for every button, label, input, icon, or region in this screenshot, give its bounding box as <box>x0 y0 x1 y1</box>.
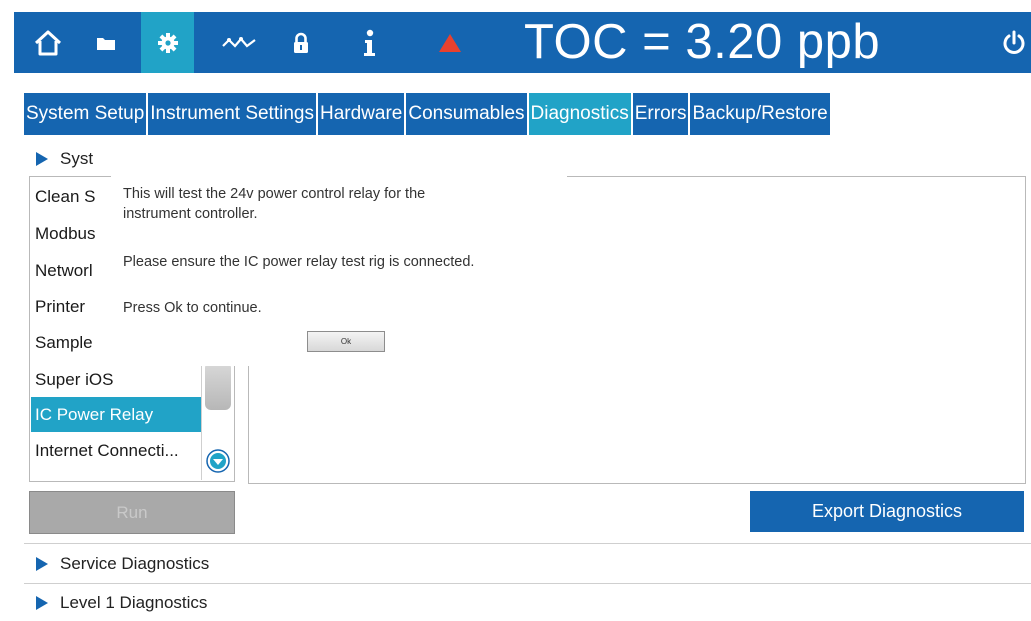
tab-instrument-settings[interactable]: Instrument Settings <box>148 93 316 135</box>
section-label: Syst <box>60 149 94 168</box>
tab-errors[interactable]: Errors <box>632 93 689 135</box>
section-label: Level 1 Diagnostics <box>60 593 208 612</box>
power-button[interactable] <box>996 12 1031 73</box>
ok-button[interactable]: Ok <box>307 331 385 352</box>
export-diagnostics-button[interactable]: Export Diagnostics <box>750 491 1024 532</box>
section-system-diagnostics[interactable]: Syst <box>24 141 93 177</box>
chevron-down-icon <box>206 449 230 473</box>
trend-icon <box>222 36 256 48</box>
tab-backup-restore[interactable]: Backup/Restore <box>690 93 830 135</box>
section-label: Service Diagnostics <box>60 554 210 573</box>
relay-test-dialog: This will test the 24v power control rel… <box>111 172 567 366</box>
info-icon <box>364 29 375 56</box>
divider <box>24 543 1031 544</box>
expand-arrow-icon <box>36 596 48 610</box>
tab-system-setup[interactable]: System Setup <box>24 93 147 135</box>
info-button[interactable] <box>354 12 384 73</box>
power-icon <box>1003 30 1024 54</box>
expand-arrow-icon <box>36 152 48 166</box>
folder-button[interactable] <box>86 12 126 73</box>
lock-button[interactable] <box>286 12 316 73</box>
dialog-message-line-4: Press Ok to continue. <box>123 300 262 316</box>
list-scrollbar[interactable] <box>201 362 234 480</box>
divider <box>24 583 1031 584</box>
section-service-diagnostics[interactable]: Service Diagnostics <box>24 546 209 582</box>
settings-button[interactable] <box>141 12 194 73</box>
folder-icon <box>97 37 115 50</box>
scrollbar-thumb[interactable] <box>205 362 231 410</box>
settings-tabs: System Setup Instrument Settings Hardwar… <box>24 93 830 135</box>
home-icon <box>34 30 62 55</box>
section-level-1-diagnostics[interactable]: Level 1 Diagnostics <box>24 585 207 621</box>
tab-diagnostics[interactable]: Diagnostics <box>528 93 631 135</box>
trend-button[interactable] <box>212 12 266 73</box>
lock-icon <box>294 32 308 53</box>
expand-arrow-icon <box>36 557 48 571</box>
top-bar: TOC = 3.20 ppb <box>14 12 1031 73</box>
alarm-button[interactable] <box>434 12 466 73</box>
run-button[interactable]: Run <box>29 491 235 534</box>
scroll-down-button[interactable] <box>205 448 231 474</box>
dialog-message-line-2: instrument controller. <box>123 206 258 222</box>
home-button[interactable] <box>28 12 68 73</box>
tab-consumables[interactable]: Consumables <box>406 93 527 135</box>
gear-icon <box>157 32 178 53</box>
list-item-internet-connection[interactable]: Internet Connecti... <box>31 433 204 468</box>
dialog-message-line-1: This will test the 24v power control rel… <box>123 186 426 202</box>
tab-hardware[interactable]: Hardware <box>317 93 405 135</box>
list-item-super-ios[interactable]: Super iOS <box>31 362 204 397</box>
warning-icon <box>439 33 461 52</box>
dialog-message-line-3: Please ensure the IC power relay test ri… <box>123 254 475 270</box>
toc-reading: TOC = 3.20 ppb <box>524 15 881 69</box>
list-item-ic-power-relay[interactable]: IC Power Relay <box>31 397 204 432</box>
